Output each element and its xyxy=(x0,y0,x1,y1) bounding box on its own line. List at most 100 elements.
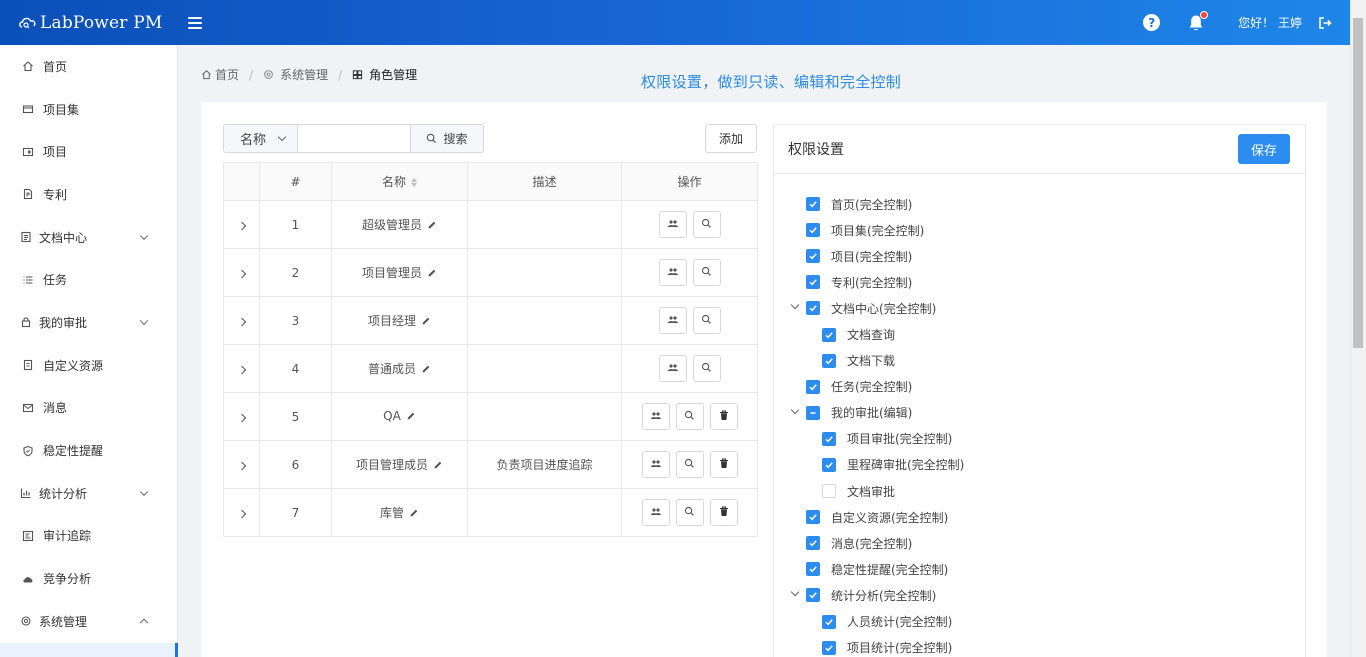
expand-cell[interactable] xyxy=(223,248,260,297)
permission-checkbox[interactable] xyxy=(822,431,836,446)
chevron-down-icon[interactable] xyxy=(790,405,800,414)
add-role-button[interactable]: 添加 xyxy=(705,124,757,153)
sidebar-item-audit-trail[interactable]: 审计追踪 xyxy=(0,515,177,558)
permission-checkbox[interactable] xyxy=(806,379,820,394)
sidebar-submenu-active-item[interactable] xyxy=(0,643,178,657)
view-role-button[interactable] xyxy=(692,211,721,238)
edit-pencil-icon[interactable] xyxy=(433,459,443,473)
chevron-right-icon[interactable] xyxy=(237,413,246,422)
sidebar-item-home[interactable]: 首页 xyxy=(0,45,177,88)
sidebar-item-messages[interactable]: 消息 xyxy=(0,387,177,430)
permission-checkbox[interactable] xyxy=(822,484,836,499)
table-row[interactable]: 1 超级管理员 xyxy=(223,200,758,249)
expand-cell[interactable] xyxy=(223,392,260,441)
permission-checkbox[interactable] xyxy=(822,353,836,368)
permission-tree-node[interactable]: 项目集(完全控制) xyxy=(774,217,1305,243)
save-button[interactable]: 保存 xyxy=(1238,134,1290,164)
menu-toggle-icon[interactable] xyxy=(188,16,203,29)
permission-checkbox[interactable] xyxy=(806,405,820,420)
permission-checkbox[interactable] xyxy=(806,197,820,212)
delete-role-button[interactable] xyxy=(709,451,738,478)
permission-tree-node[interactable]: 项目(完全控制) xyxy=(774,243,1305,269)
permission-tree-node[interactable]: 自定义资源(完全控制) xyxy=(774,504,1305,530)
assign-users-button[interactable] xyxy=(658,259,687,286)
chevron-right-icon[interactable] xyxy=(237,269,246,278)
edit-pencil-icon[interactable] xyxy=(406,410,416,424)
permission-tree-node[interactable]: 消息(完全控制) xyxy=(774,530,1305,556)
sidebar-item-project[interactable]: 项目 xyxy=(0,130,177,173)
sidebar-item-approvals[interactable]: 我的审批 xyxy=(0,301,177,344)
column-header-name[interactable]: 名称 xyxy=(331,162,468,201)
table-row[interactable]: 6 项目管理成员 负责项目进度追踪 xyxy=(223,440,758,489)
sidebar-item-patent[interactable]: 专利 xyxy=(0,173,177,216)
scrollbar-thumb[interactable] xyxy=(1353,18,1363,348)
permission-tree-node[interactable]: 首页(完全控制) xyxy=(774,191,1305,217)
sidebar-item-statistics[interactable]: 统计分析 xyxy=(0,472,177,515)
chevron-down-icon[interactable] xyxy=(790,301,800,310)
app-logo[interactable]: LabPower PM xyxy=(18,13,162,33)
view-role-button[interactable] xyxy=(692,259,721,286)
sort-icon[interactable] xyxy=(411,178,417,187)
permission-checkbox[interactable] xyxy=(822,614,836,629)
delete-role-button[interactable] xyxy=(709,403,738,430)
permission-checkbox[interactable] xyxy=(806,223,820,238)
permission-tree-node[interactable]: 专利(完全控制) xyxy=(774,269,1305,295)
edit-pencil-icon[interactable] xyxy=(421,315,431,329)
permission-checkbox[interactable] xyxy=(806,588,820,603)
sidebar-item-tasks[interactable]: 任务 xyxy=(0,258,177,301)
sidebar-item-competitive-analysis[interactable]: 竞争分析 xyxy=(0,557,177,600)
permission-tree-node[interactable]: 文档查询 xyxy=(774,321,1305,347)
chevron-right-icon[interactable] xyxy=(237,509,246,518)
table-row[interactable]: 2 项目管理员 xyxy=(223,248,758,297)
permission-tree-node[interactable]: 任务(完全控制) xyxy=(774,374,1305,400)
table-row[interactable]: 4 普通成员 xyxy=(223,344,758,393)
permission-tree-node[interactable]: 里程碑审批(完全控制) xyxy=(774,452,1305,478)
edit-pencil-icon[interactable] xyxy=(427,219,437,233)
table-row[interactable]: 3 项目经理 xyxy=(223,296,758,345)
search-button[interactable]: 搜索 xyxy=(411,124,484,153)
permission-tree-node[interactable]: 文档中心(完全控制) xyxy=(774,295,1305,321)
sidebar-item-stability-alerts[interactable]: 稳定性提醒 xyxy=(0,429,177,472)
permission-tree-node[interactable]: 我的审批(编辑) xyxy=(774,400,1305,426)
permission-checkbox[interactable] xyxy=(806,562,820,577)
notification-bell-icon[interactable] xyxy=(1188,10,1209,32)
expand-cell[interactable] xyxy=(223,440,260,489)
view-role-button[interactable] xyxy=(675,403,704,430)
permission-tree-node[interactable]: 项目审批(完全控制) xyxy=(774,426,1305,452)
permission-tree-node[interactable]: 统计分析(完全控制) xyxy=(774,582,1305,608)
help-icon[interactable]: ? xyxy=(1143,14,1161,31)
permission-checkbox[interactable] xyxy=(806,301,820,316)
permission-tree-node[interactable]: 人员统计(完全控制) xyxy=(774,609,1305,635)
permission-checkbox[interactable] xyxy=(806,536,820,551)
chevron-right-icon[interactable] xyxy=(237,221,246,230)
assign-users-button[interactable] xyxy=(658,307,687,334)
permission-tree-node[interactable]: 文档审批 xyxy=(774,478,1305,504)
chevron-right-icon[interactable] xyxy=(237,461,246,470)
view-role-button[interactable] xyxy=(692,307,721,334)
edit-pencil-icon[interactable] xyxy=(409,507,419,521)
page-scrollbar[interactable] xyxy=(1350,0,1366,657)
logout-icon[interactable] xyxy=(1318,16,1332,30)
search-field-select[interactable]: 名称 xyxy=(223,124,297,153)
edit-pencil-icon[interactable] xyxy=(421,363,431,377)
breadcrumb-system-management[interactable]: 系统管理 xyxy=(280,66,328,83)
permission-tree-node[interactable]: 稳定性提醒(完全控制) xyxy=(774,556,1305,582)
assign-users-button[interactable] xyxy=(641,403,670,430)
permission-checkbox[interactable] xyxy=(822,457,836,472)
permission-checkbox[interactable] xyxy=(822,327,836,342)
table-row[interactable]: 5 QA xyxy=(223,392,758,441)
sidebar-item-documents[interactable]: 文档中心 xyxy=(0,216,177,259)
sidebar-item-program[interactable]: 项目集 xyxy=(0,88,177,131)
chevron-right-icon[interactable] xyxy=(237,317,246,326)
chevron-right-icon[interactable] xyxy=(237,365,246,374)
permission-tree-node[interactable]: 文档下载 xyxy=(774,348,1305,374)
sidebar-item-custom-resources[interactable]: 自定义资源 xyxy=(0,344,177,387)
sidebar-item-system-management[interactable]: 系统管理 xyxy=(0,600,177,643)
breadcrumb-home[interactable]: 首页 xyxy=(215,66,239,83)
table-row[interactable]: 7 库管 xyxy=(223,488,758,537)
delete-role-button[interactable] xyxy=(709,499,738,526)
edit-pencil-icon[interactable] xyxy=(427,267,437,281)
user-greeting[interactable]: 您好！ 王婷 xyxy=(1238,14,1302,31)
permission-checkbox[interactable] xyxy=(806,275,820,290)
assign-users-button[interactable] xyxy=(641,499,670,526)
